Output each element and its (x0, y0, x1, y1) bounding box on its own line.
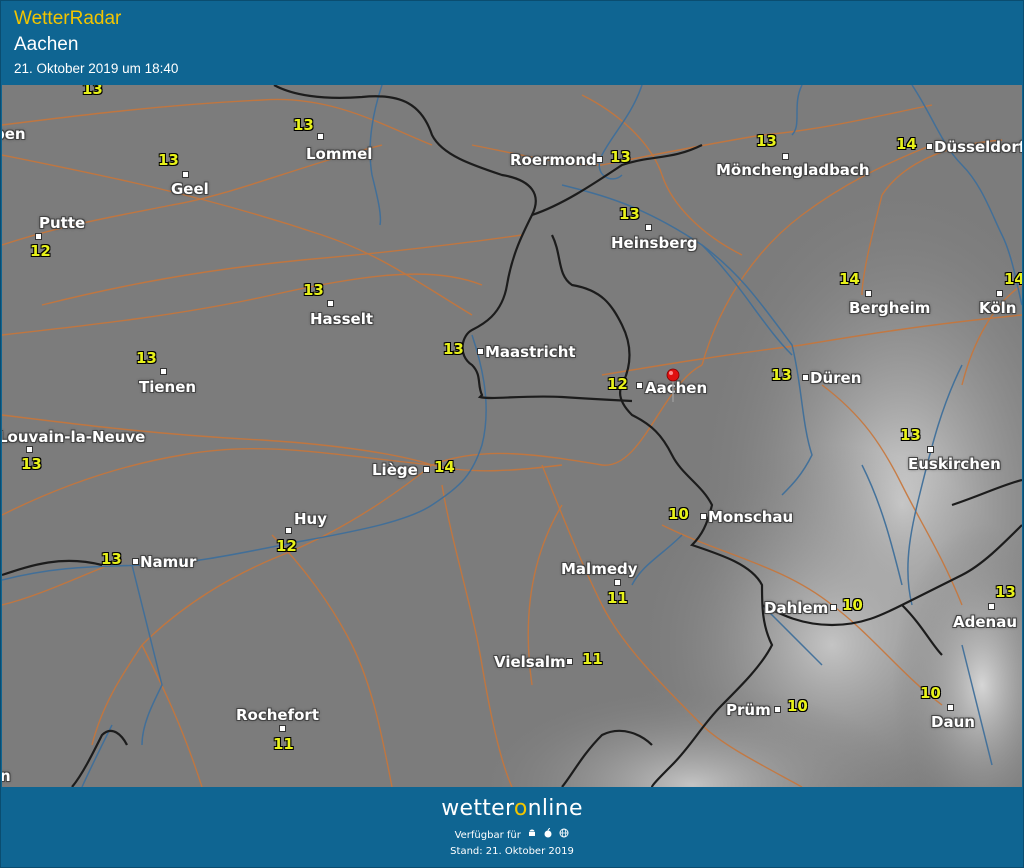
city-label: Düsseldorf (934, 138, 1022, 156)
city-label-edge: pen (2, 125, 26, 143)
footer-bar: wetteronline Verfügbar für Stand: 21. Ok… (0, 788, 1024, 868)
city-dot (26, 446, 33, 453)
temperature-label: 11 (273, 735, 294, 753)
temperature-label: 13 (756, 132, 777, 150)
availability-text: Verfügbar für (0, 828, 1024, 841)
temperature-label: 13 (82, 85, 103, 98)
temperature-label: 13 (136, 349, 157, 367)
temperature-label: 11 (607, 589, 628, 607)
city-label: Huy (294, 510, 328, 528)
city-label: Köln (979, 299, 1017, 317)
temperature-label: 14 (896, 135, 917, 153)
city-dot (782, 153, 789, 160)
radar-map[interactable]: 13 pen Lommel 13 Geel 13 Putte 12 Roermo… (2, 85, 1022, 787)
temperature-label: 12 (607, 375, 628, 393)
temperature-label: 10 (787, 697, 808, 715)
temperature-label: 12 (30, 242, 51, 260)
city-dot (988, 603, 995, 610)
temperature-label: 13 (21, 455, 42, 473)
city-label: Monschau (708, 508, 794, 526)
city-label: Lommel (306, 145, 373, 163)
temperature-label: 10 (842, 596, 863, 614)
city-dot (566, 658, 573, 665)
city-label: Malmedy (561, 560, 638, 578)
city-label: Maastricht (485, 343, 576, 361)
city-label: Vielsalm (494, 653, 566, 671)
brand-logo[interactable]: wetteronline (0, 796, 1024, 821)
temperature-label: 14 (1004, 270, 1022, 288)
city-dot (996, 290, 1003, 297)
temperature-label: 13 (303, 281, 324, 299)
temperature-label: 13 (158, 151, 179, 169)
app-title: WetterRadar (14, 8, 122, 29)
temperature-label: 13 (995, 583, 1016, 601)
city-label: Heinsberg (611, 234, 698, 252)
city-label: Prüm (726, 701, 771, 719)
apple-icon[interactable] (543, 828, 553, 841)
temperature-label: 10 (668, 505, 689, 523)
city-label: Adenau (953, 613, 1017, 631)
city-label: Liège (372, 461, 418, 479)
location-title: Aachen (14, 34, 79, 55)
city-dot (327, 300, 334, 307)
city-dot (596, 156, 603, 163)
temperature-label: 11 (582, 650, 603, 668)
city-dot (279, 725, 286, 732)
city-dot (802, 374, 809, 381)
city-dot (132, 558, 139, 565)
city-dot (830, 604, 837, 611)
city-label: Daun (931, 713, 975, 731)
temperature-label: 13 (101, 550, 122, 568)
city-label: Namur (140, 553, 197, 571)
data-stand-date: Stand: 21. Oktober 2019 (450, 846, 574, 857)
city-dot (317, 133, 324, 140)
city-dot (614, 579, 621, 586)
city-dot (477, 348, 484, 355)
location-pin-icon[interactable] (666, 368, 680, 404)
city-label: Bergheim (849, 299, 931, 317)
city-label-edge: n (2, 767, 11, 785)
city-label: Euskirchen (908, 455, 1001, 473)
city-dot (865, 290, 872, 297)
android-icon[interactable] (527, 828, 537, 841)
city-dot (700, 513, 707, 520)
city-label: Hasselt (310, 310, 374, 328)
city-label: Mönchengladbach (716, 161, 870, 179)
temperature-label: 13 (293, 116, 314, 134)
city-dot (926, 143, 933, 150)
city-dot (285, 527, 292, 534)
temperature-label: 13 (610, 148, 631, 166)
city-label: Roermond (510, 151, 597, 169)
city-dot (35, 233, 42, 240)
city-label: Rochefort (236, 706, 319, 724)
city-label: Louvain-la-Neuve (2, 428, 146, 446)
city-label: Dahlem (764, 599, 829, 617)
city-dot (182, 171, 189, 178)
temperature-label: 14 (434, 458, 455, 476)
map-background (2, 85, 1022, 787)
temperature-label: 12 (276, 537, 297, 555)
city-dot (774, 706, 781, 713)
temperature-label: 13 (771, 366, 792, 384)
temperature-label: 14 (839, 270, 860, 288)
city-dot (423, 466, 430, 473)
city-dot (947, 704, 954, 711)
web-icon[interactable] (559, 828, 569, 841)
temperature-label: 10 (920, 684, 941, 702)
temperature-label: 13 (619, 205, 640, 223)
city-label: Tienen (139, 378, 197, 396)
city-dot (645, 224, 652, 231)
city-dot (160, 368, 167, 375)
timestamp: 21. Oktober 2019 um 18:40 (14, 61, 179, 76)
city-label: Putte (39, 214, 86, 232)
temperature-label: 13 (900, 426, 921, 444)
city-label: Düren (810, 369, 862, 387)
city-dot (636, 382, 643, 389)
city-label: Geel (171, 180, 209, 198)
temperature-label: 13 (443, 340, 464, 358)
header-bar: WetterRadar Aachen 21. Oktober 2019 um 1… (0, 0, 1024, 84)
city-dot (927, 446, 934, 453)
